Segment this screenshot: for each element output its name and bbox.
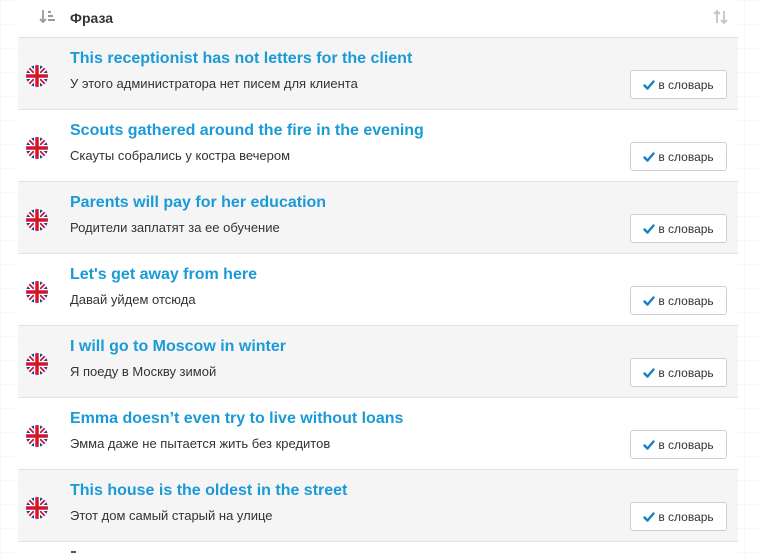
add-to-dictionary-button[interactable]: в словарь [630,358,727,387]
add-to-dictionary-label: в словарь [658,149,714,164]
phrase-translation: Давай уйдем отсюда [70,292,196,307]
add-to-dictionary-button[interactable]: в словарь [630,214,727,243]
checkmark-icon [643,439,656,450]
add-to-dictionary-button[interactable]: в словарь [630,286,727,315]
table-header: Фраза [18,0,738,39]
phrase-translation: Этот дом самый старый на улице [70,508,273,523]
sort-arrows-icon[interactable] [712,8,730,26]
phrase-translation: Родители заплатят за ее обучение [70,220,280,235]
add-to-dictionary-button[interactable]: в словарь [630,70,727,99]
phrase-row: Let's get away from here Давай уйдем отс… [18,254,738,326]
phrase-link[interactable]: I will go to Moscow in winter [70,338,286,356]
next-row-partial [18,542,738,558]
phrase-translation: Я поеду в Москву зимой [70,364,217,379]
truncated-row-mark [71,551,76,553]
phrase-row: Parents will pay for her education Родит… [18,182,738,254]
uk-flag-icon [26,209,48,231]
phrase-row: Scouts gathered around the fire in the e… [18,110,738,182]
phrase-list: This receptionist has not letters for th… [18,38,738,542]
uk-flag-icon [26,497,48,519]
checkmark-icon [643,79,656,90]
uk-flag-icon [26,353,48,375]
checkmark-icon [643,151,656,162]
add-to-dictionary-label: в словарь [658,293,714,308]
add-to-dictionary-label: в словарь [658,77,714,92]
phrase-link[interactable]: Let's get away from here [70,266,257,284]
phrase-translation: Эмма даже не пытается жить без кредитов [70,436,331,451]
checkmark-icon [643,223,656,234]
uk-flag-icon [26,137,48,159]
checkmark-icon [643,367,656,378]
phrase-link[interactable]: Parents will pay for her education [70,194,326,212]
phrase-row: This house is the oldest in the street Э… [18,470,738,542]
phrase-translation: Скауты собрались у костра вечером [70,148,291,163]
phrase-row: Emma doesn’t even try to live without lo… [18,398,738,470]
column-header-phrase[interactable]: Фраза [70,10,113,26]
uk-flag-icon [26,281,48,303]
phrase-link[interactable]: This receptionist has not letters for th… [70,50,412,68]
add-to-dictionary-label: в словарь [658,221,714,236]
phrase-link[interactable]: Emma doesn’t even try to live without lo… [70,410,403,428]
add-to-dictionary-button[interactable]: в словарь [630,430,727,459]
phrase-link[interactable]: Scouts gathered around the fire in the e… [70,122,424,140]
checkmark-icon [643,511,656,522]
add-to-dictionary-button[interactable]: в словарь [630,502,727,531]
sort-amount-down-icon[interactable] [38,8,56,26]
add-to-dictionary-label: в словарь [658,437,714,452]
checkmark-icon [643,295,656,306]
add-to-dictionary-label: в словарь [658,509,714,524]
uk-flag-icon [26,425,48,447]
uk-flag-icon [26,65,48,87]
phrase-link[interactable]: This house is the oldest in the street [70,482,347,500]
phrase-row: I will go to Moscow in winter Я поеду в … [18,326,738,398]
add-to-dictionary-button[interactable]: в словарь [630,142,727,171]
add-to-dictionary-label: в словарь [658,365,714,380]
phrase-translation: У этого администратора нет писем для кли… [70,76,358,91]
phrase-row: This receptionist has not letters for th… [18,38,738,110]
